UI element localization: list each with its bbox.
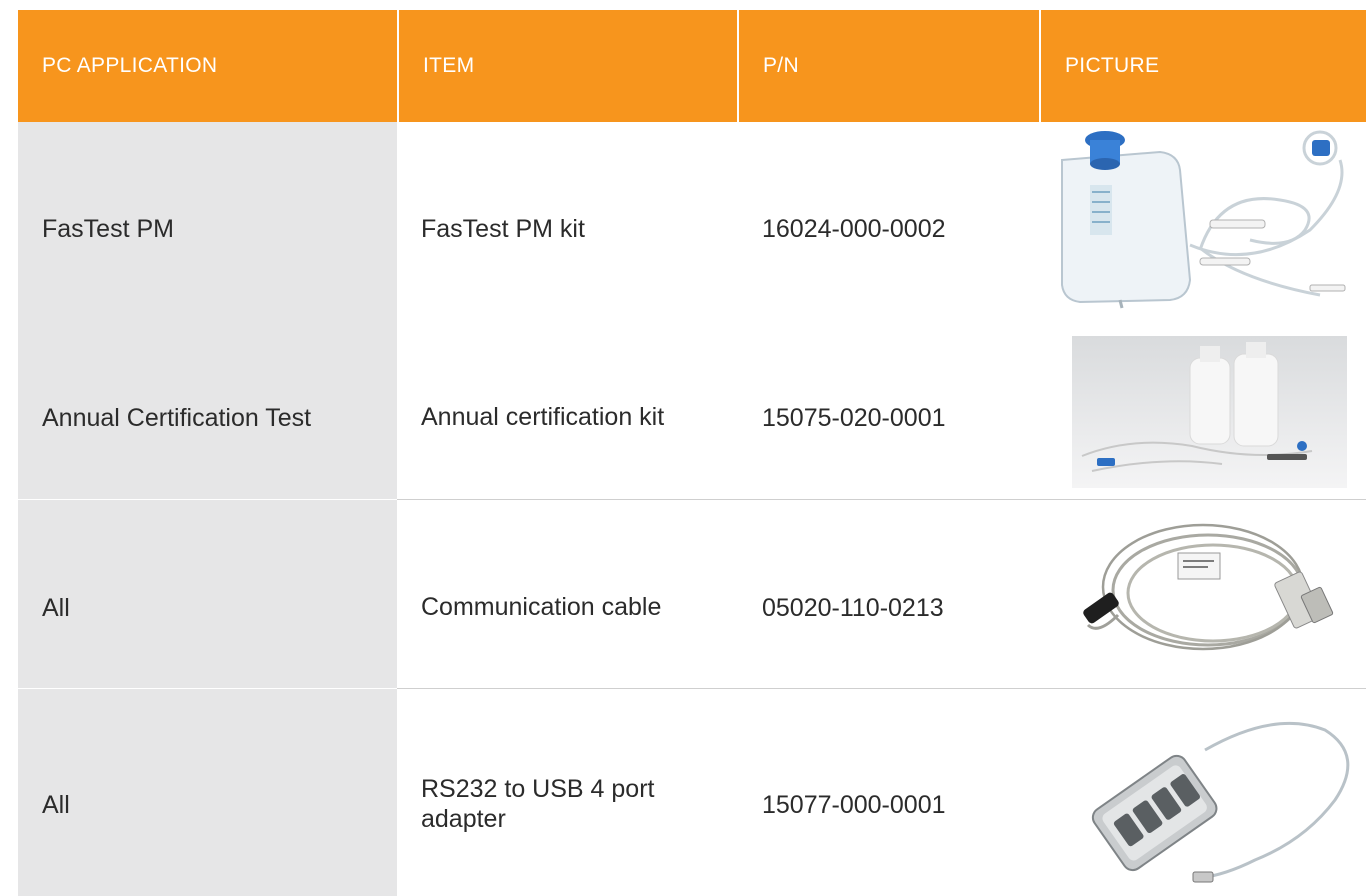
cell-item: FasTest PM kit: [421, 215, 585, 243]
cell-pn: 15075-020-0001: [762, 404, 946, 432]
cell-item: RS232 to USB 4 port adapter: [421, 775, 655, 833]
row-divider: [18, 688, 397, 689]
annual-certification-kit-image: [1072, 336, 1347, 488]
cell-item: Communication cable: [421, 593, 662, 621]
row-divider: [397, 499, 1366, 500]
fastest-pm-kit-image: [1061, 130, 1346, 309]
communication-cable-image: [1083, 523, 1334, 651]
row-divider: [397, 688, 1366, 689]
cell-application: Annual Certification Test: [42, 404, 312, 432]
row-divider: [18, 499, 397, 500]
header-pc-application: PC APPLICATION: [42, 54, 218, 77]
table-header: PC APPLICATION ITEM P/N PICTURE: [18, 10, 1366, 122]
header-pn: P/N: [763, 54, 799, 77]
cell-application: FasTest PM: [42, 215, 174, 243]
header-item: ITEM: [423, 54, 475, 77]
cell-pn: 05020-110-0213: [762, 594, 944, 622]
cell-item: Annual certification kit: [421, 403, 665, 431]
cell-application: All: [42, 594, 70, 622]
cell-application: All: [42, 791, 70, 819]
usb-adapter-image: [1091, 721, 1350, 883]
cell-pn: 16024-000-0002: [762, 215, 946, 243]
cell-pn: 15077-000-0001: [762, 791, 946, 819]
header-picture: PICTURE: [1065, 54, 1160, 77]
